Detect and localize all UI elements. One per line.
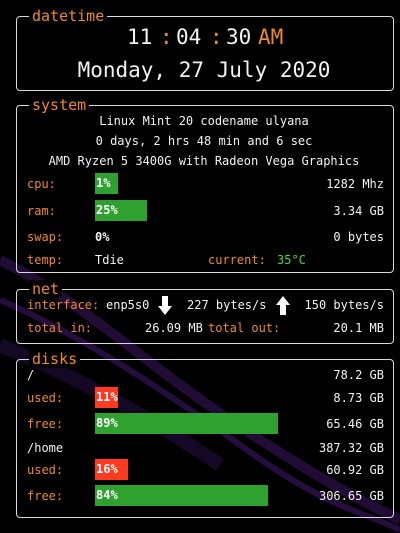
disks-title: disks [29, 350, 81, 368]
system-panel: system [16, 96, 394, 273]
datetime-panel: datetime [16, 7, 394, 91]
net-title: net [29, 280, 63, 298]
disks-panel: disks [16, 350, 394, 518]
net-panel: net [16, 280, 394, 344]
system-title: system [29, 96, 90, 114]
datetime-title: datetime [29, 7, 108, 25]
